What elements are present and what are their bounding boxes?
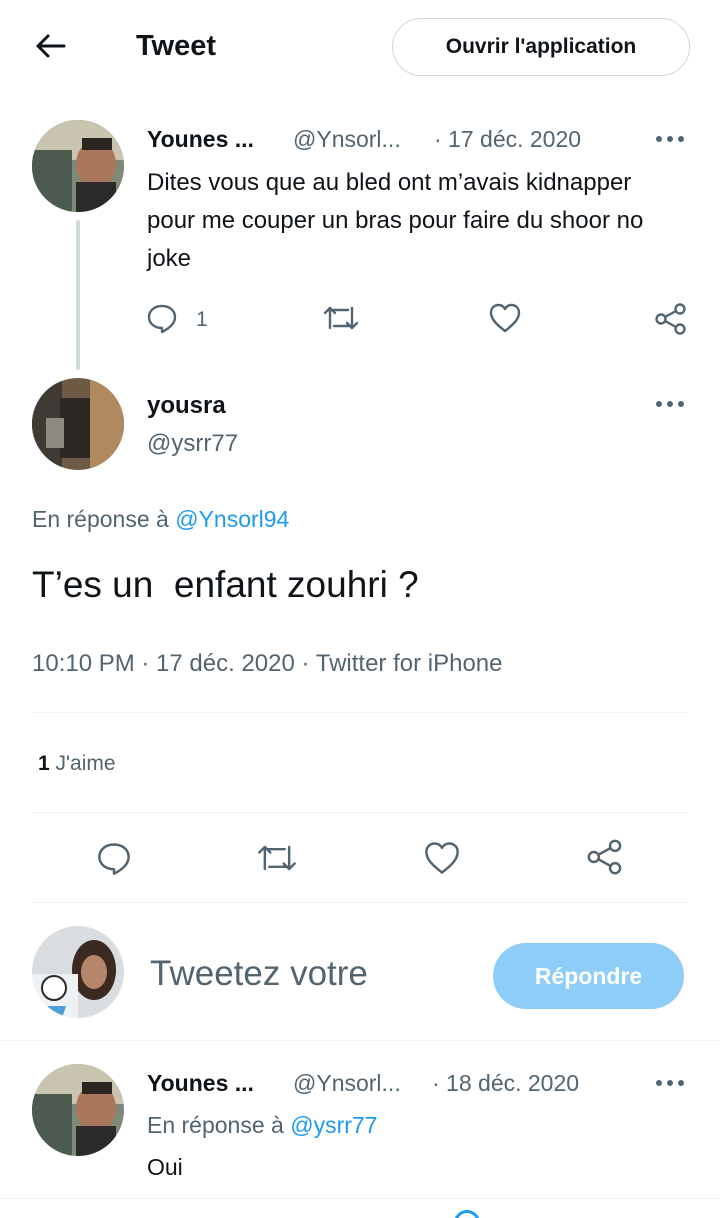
author-name[interactable]: yousra	[147, 392, 226, 420]
tweet-text: T’es un enfant zouhri ?	[32, 564, 419, 605]
avatar[interactable]	[32, 378, 124, 470]
tweet-text: Dites vous que au bled ont m’avais kidna…	[147, 169, 644, 272]
like-icon[interactable]	[488, 302, 522, 334]
tweet-meta[interactable]: 10:10 PM · 17 déc. 2020 · Twitter for iP…	[32, 650, 502, 678]
reply-composer-input[interactable]: Tweetez votre	[150, 954, 368, 994]
avatar[interactable]	[32, 1064, 124, 1156]
share-icon[interactable]	[586, 838, 624, 876]
tweet-date[interactable]: · 17 déc. 2020	[434, 126, 581, 153]
reply-to-handle-link[interactable]: @Ynsorl94	[175, 506, 289, 532]
retweet-icon[interactable]	[322, 302, 360, 334]
more-options-icon[interactable]	[654, 395, 686, 413]
like-count: 1	[38, 752, 50, 775]
like-icon[interactable]	[423, 840, 461, 876]
open-app-button[interactable]: Ouvrir l'application	[392, 18, 690, 76]
section-separator	[0, 1198, 720, 1199]
reply-icon[interactable]	[96, 840, 132, 876]
divider	[32, 902, 688, 903]
author-name[interactable]: Younes ...	[147, 126, 254, 153]
section-separator	[0, 1040, 720, 1041]
like-label: J'aime	[55, 752, 116, 775]
more-options-icon[interactable]	[654, 130, 686, 148]
reply-context: En réponse à @Ynsorl94	[32, 506, 289, 533]
avatar[interactable]	[32, 120, 124, 212]
avatar[interactable]	[32, 926, 124, 1018]
reply-icon[interactable]	[146, 302, 178, 334]
thread-line	[76, 220, 80, 370]
loading-indicator	[454, 1210, 480, 1218]
divider	[32, 812, 688, 813]
reply-count: 1	[196, 308, 208, 331]
tweet-date[interactable]: · 18 déc. 2020	[432, 1070, 579, 1097]
reply-to-prefix: En réponse à	[32, 506, 169, 532]
author-handle[interactable]: @ysrr77	[147, 430, 238, 458]
like-stat[interactable]: 1 J'aime	[38, 752, 116, 776]
reply-to-prefix: En réponse à	[147, 1112, 284, 1138]
back-arrow-icon[interactable]	[34, 32, 66, 60]
tweet-text: Oui	[147, 1154, 183, 1180]
author-name[interactable]: Younes ...	[147, 1070, 254, 1097]
page-title: Tweet	[136, 30, 217, 62]
author-handle[interactable]: @Ynsorl...	[293, 1070, 401, 1097]
more-options-icon[interactable]	[654, 1074, 686, 1092]
reply-button[interactable]: Répondre	[493, 943, 684, 1009]
divider	[32, 712, 688, 713]
author-handle[interactable]: @Ynsorl...	[293, 126, 401, 153]
retweet-icon[interactable]	[256, 840, 298, 876]
reply-to-handle-link[interactable]: @ysrr77	[290, 1112, 377, 1138]
share-icon[interactable]	[654, 302, 688, 336]
reply-context: En réponse à @ysrr77	[147, 1112, 377, 1139]
